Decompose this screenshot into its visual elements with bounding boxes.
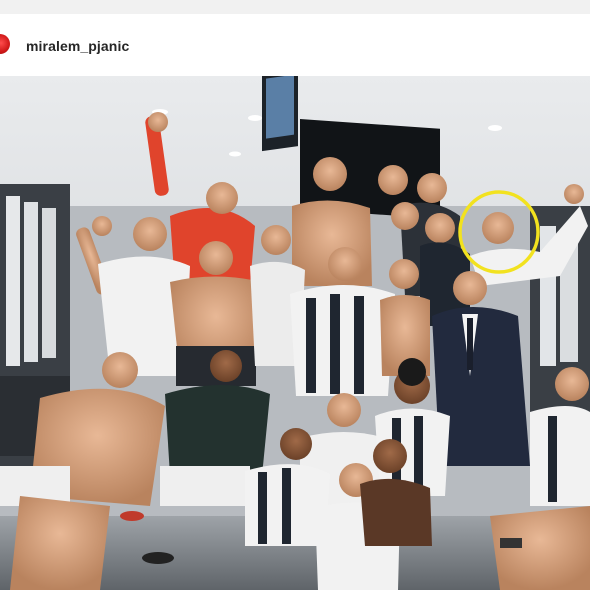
- post-header: miralem_pjanic: [0, 14, 590, 76]
- profile-avatar-icon[interactable]: [0, 34, 10, 54]
- post-photo: [0, 76, 590, 590]
- team-celebration-photo: [0, 76, 590, 590]
- post-username[interactable]: miralem_pjanic: [26, 38, 129, 54]
- top-bar: [0, 0, 590, 15]
- instagram-post: miralem_pjanic: [0, 0, 590, 590]
